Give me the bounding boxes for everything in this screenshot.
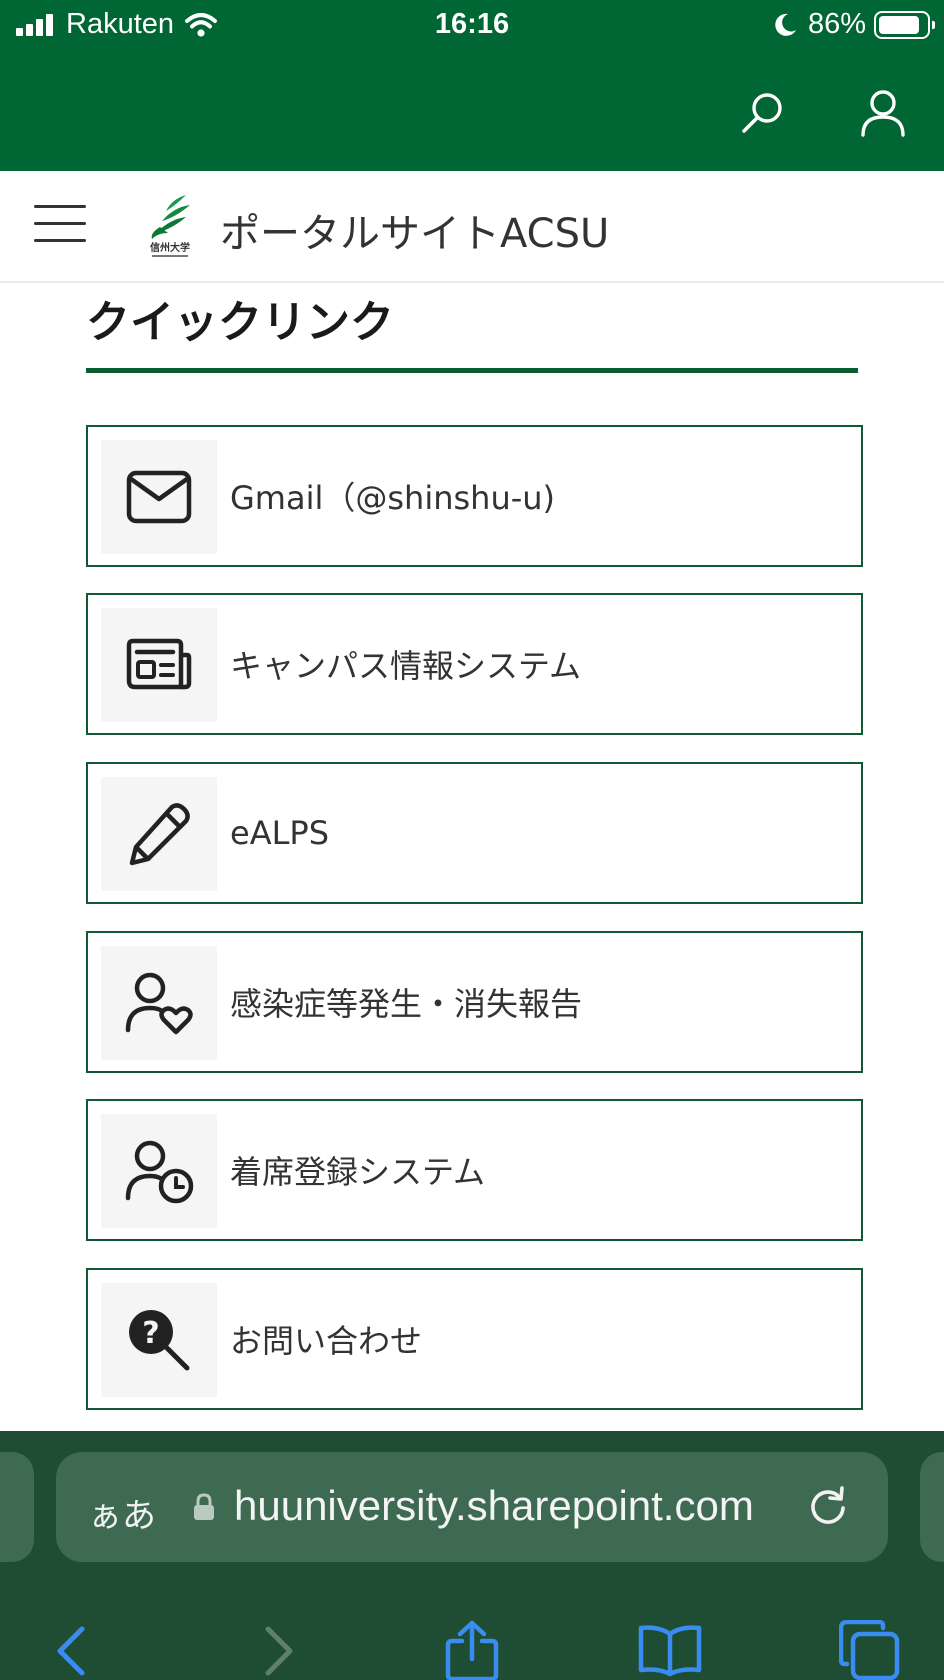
person-clock-icon bbox=[125, 1140, 194, 1204]
user-icon[interactable] bbox=[858, 88, 908, 138]
search-icon[interactable] bbox=[738, 88, 788, 138]
quick-link-contact[interactable]: ? お問い合わせ bbox=[86, 1268, 863, 1410]
url-text[interactable]: huuniversity.sharepoint.com bbox=[234, 1482, 754, 1530]
tabs-icon bbox=[839, 1620, 900, 1680]
browser-toolbar: ぁあ huuniversity.sharepoint.com bbox=[0, 1431, 944, 1680]
university-logo[interactable]: 信州大学 bbox=[146, 193, 194, 261]
icon-tile bbox=[101, 608, 217, 722]
icon-tile bbox=[101, 946, 217, 1060]
svg-text:?: ? bbox=[142, 1316, 159, 1351]
quick-link-gmail[interactable]: Gmail（@shinshu-u) bbox=[86, 425, 863, 567]
status-bar: Rakuten 16:16 86% bbox=[0, 0, 944, 52]
newspaper-icon bbox=[126, 638, 192, 690]
forward-button[interactable] bbox=[244, 1617, 312, 1680]
previous-tab-preview[interactable] bbox=[0, 1452, 34, 1562]
person-heart-icon bbox=[125, 972, 193, 1035]
text-size-button[interactable]: ぁあ bbox=[88, 1488, 156, 1537]
status-right: 86% bbox=[772, 8, 935, 41]
bookmarks-button[interactable] bbox=[636, 1617, 704, 1680]
forward-icon bbox=[265, 1626, 293, 1676]
svg-text:信州大学: 信州大学 bbox=[150, 241, 190, 254]
quick-links-title: クイックリンク bbox=[86, 297, 394, 348]
next-tab-preview[interactable] bbox=[920, 1452, 944, 1562]
tabs-button[interactable] bbox=[836, 1617, 904, 1680]
address-bar[interactable]: ぁあ huuniversity.sharepoint.com bbox=[56, 1452, 888, 1562]
share-icon bbox=[445, 1620, 499, 1680]
quick-link-campus-info[interactable]: キャンパス情報システム bbox=[86, 593, 863, 735]
pencil-icon bbox=[129, 803, 190, 866]
quick-link-label: Gmail（@shinshu-u) bbox=[230, 479, 556, 517]
quick-link-label: キャンパス情報システム bbox=[230, 647, 582, 685]
bookmarks-icon bbox=[638, 1625, 702, 1677]
icon-tile: ? bbox=[101, 1283, 217, 1397]
quick-link-label: 着席登録システム bbox=[230, 1153, 486, 1191]
question-search-icon: ? bbox=[129, 1310, 190, 1371]
back-icon bbox=[57, 1626, 85, 1676]
lock-icon bbox=[194, 1493, 214, 1520]
back-button[interactable] bbox=[38, 1617, 106, 1680]
moon-icon bbox=[775, 13, 796, 36]
quick-link-label: eALPS bbox=[230, 814, 330, 852]
quick-link-seat-registration[interactable]: 着席登録システム bbox=[86, 1099, 863, 1241]
quick-link-label: お問い合わせ bbox=[230, 1322, 423, 1360]
quick-link-infection-report[interactable]: 感染症等発生・消失報告 bbox=[86, 931, 863, 1073]
icon-tile bbox=[101, 1114, 217, 1228]
section-divider bbox=[86, 368, 858, 373]
icon-tile bbox=[101, 440, 217, 554]
site-nav: 信州大学 ポータルサイトACSU bbox=[0, 171, 944, 283]
site-title[interactable]: ポータルサイトACSU bbox=[220, 201, 609, 259]
hamburger-icon[interactable] bbox=[34, 205, 86, 245]
quick-link-label: 感染症等発生・消失報告 bbox=[230, 985, 583, 1023]
battery-percent: 86% bbox=[807, 8, 866, 40]
reload-icon[interactable] bbox=[806, 1484, 850, 1528]
mail-icon bbox=[126, 470, 192, 524]
quick-link-ealps[interactable]: eALPS bbox=[86, 762, 863, 904]
icon-tile bbox=[101, 777, 217, 891]
share-button[interactable] bbox=[438, 1617, 506, 1680]
battery-icon bbox=[874, 10, 935, 39]
site-header: Rakuten 16:16 86% bbox=[0, 0, 944, 171]
